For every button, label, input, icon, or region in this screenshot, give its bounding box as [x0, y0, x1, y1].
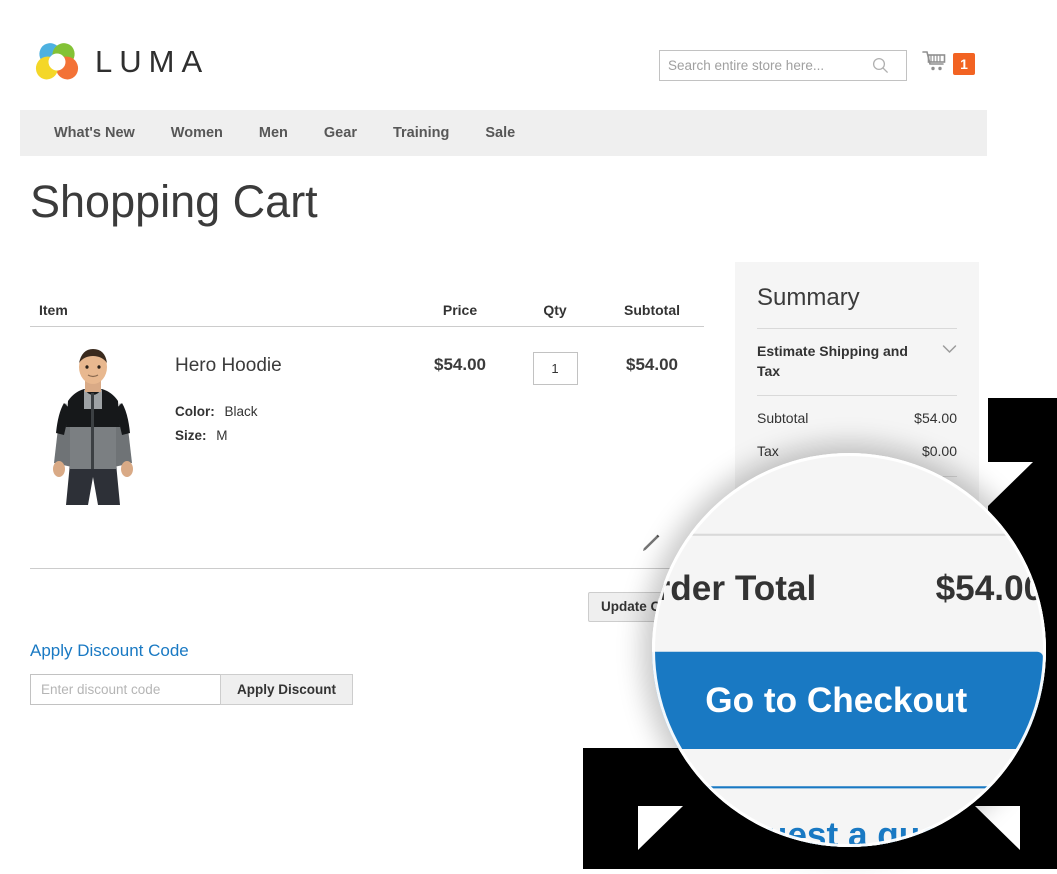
apply-discount-button[interactable]: Apply Discount: [220, 674, 354, 705]
search-input[interactable]: [660, 51, 865, 80]
cart-table: Item Price Qty Subtotal Hero Hoodie Colo…: [30, 285, 704, 510]
cart-table-header: Item Price Qty Subtotal: [30, 285, 704, 318]
apply-discount-code-toggle[interactable]: Apply Discount Code: [30, 641, 189, 661]
search-box[interactable]: [659, 50, 907, 81]
nav-item-gear[interactable]: Gear: [306, 125, 375, 141]
brand-name: LUMA: [95, 44, 210, 79]
product-option-size: Size: M: [175, 428, 282, 443]
magnified-order-total-label: Order Total: [652, 568, 817, 609]
cart-link[interactable]: 1: [922, 50, 975, 78]
option-label-color: Color:: [175, 404, 215, 419]
magnified-order-total-value: $54.00: [935, 568, 1044, 609]
column-header-qty: Qty: [543, 302, 567, 318]
discount-code-input[interactable]: [30, 674, 220, 705]
magnified-request-a-quote-button[interactable]: Request a quote: [652, 786, 1044, 847]
main-navigation: What's New Women Men Gear Training Sale: [20, 110, 987, 156]
column-header-price: Price: [442, 302, 478, 318]
luma-flower-logo-icon: [33, 38, 81, 86]
estimate-shipping-tax-toggle[interactable]: Estimate Shipping and Tax: [757, 329, 957, 395]
discount-form: Apply Discount: [30, 674, 354, 705]
site-logo[interactable]: LUMA: [33, 38, 209, 86]
shopping-cart-icon[interactable]: [922, 50, 948, 78]
summary-value-subtotal: $54.00: [914, 410, 957, 426]
page-title: Shopping Cart: [30, 176, 318, 227]
option-value-color: Black: [224, 404, 258, 419]
nav-item-sale[interactable]: Sale: [467, 125, 533, 141]
cart-item-price: $54.00: [434, 355, 486, 374]
magnified-summary-row-tax: Tax $0.00: [652, 453, 1044, 499]
magnified-go-to-checkout-button[interactable]: Go to Checkout: [652, 651, 1044, 750]
chevron-down-icon[interactable]: [942, 341, 957, 357]
cart-count-badge: 1: [953, 53, 975, 75]
product-name[interactable]: Hero Hoodie: [175, 355, 282, 377]
summary-label-subtotal: Subtotal: [757, 410, 809, 426]
magnified-order-summary-panel: Summary Estimate Shipping and Tax Subtot…: [652, 453, 1046, 847]
cart-bottom-divider: [30, 568, 704, 569]
option-value-size: M: [216, 428, 228, 443]
column-header-subtotal: Subtotal: [624, 302, 680, 318]
summary-title: Summary: [757, 284, 860, 311]
product-thumbnail[interactable]: [30, 345, 155, 510]
search-icon[interactable]: [865, 51, 895, 80]
magnifier-lens-content: Summary Estimate Shipping and Tax Subtot…: [652, 453, 1046, 847]
nav-item-women[interactable]: Women: [153, 125, 241, 141]
table-row: Hero Hoodie Color: Black Size: M $54.00 …: [30, 327, 704, 510]
column-header-item: Item: [39, 302, 68, 318]
magnified-summary-label-tax: Tax: [652, 465, 675, 499]
cart-item-qty-cell: [510, 345, 600, 510]
cart-item-cell: Hero Hoodie Color: Black Size: M: [30, 345, 410, 510]
product-info: Hero Hoodie Color: Black Size: M: [175, 345, 282, 510]
magnifier-lens: Summary Estimate Shipping and Tax Subtot…: [652, 453, 1046, 847]
qty-input[interactable]: [532, 352, 578, 385]
option-label-size: Size:: [175, 428, 207, 443]
magnified-summary-value-tax: $0.00: [970, 465, 1044, 499]
summary-row-subtotal: Subtotal $54.00: [757, 396, 957, 426]
estimate-shipping-tax-label: Estimate Shipping and Tax: [757, 343, 908, 379]
nav-item-training[interactable]: Training: [375, 125, 467, 141]
site-header: LUMA Search entire store here... 1: [0, 0, 987, 110]
magnified-order-total-row: Order Total $54.00: [652, 536, 1043, 652]
nav-item-men[interactable]: Men: [241, 125, 306, 141]
product-option-color: Color: Black: [175, 404, 282, 419]
nav-item-whats-new[interactable]: What's New: [36, 125, 153, 141]
